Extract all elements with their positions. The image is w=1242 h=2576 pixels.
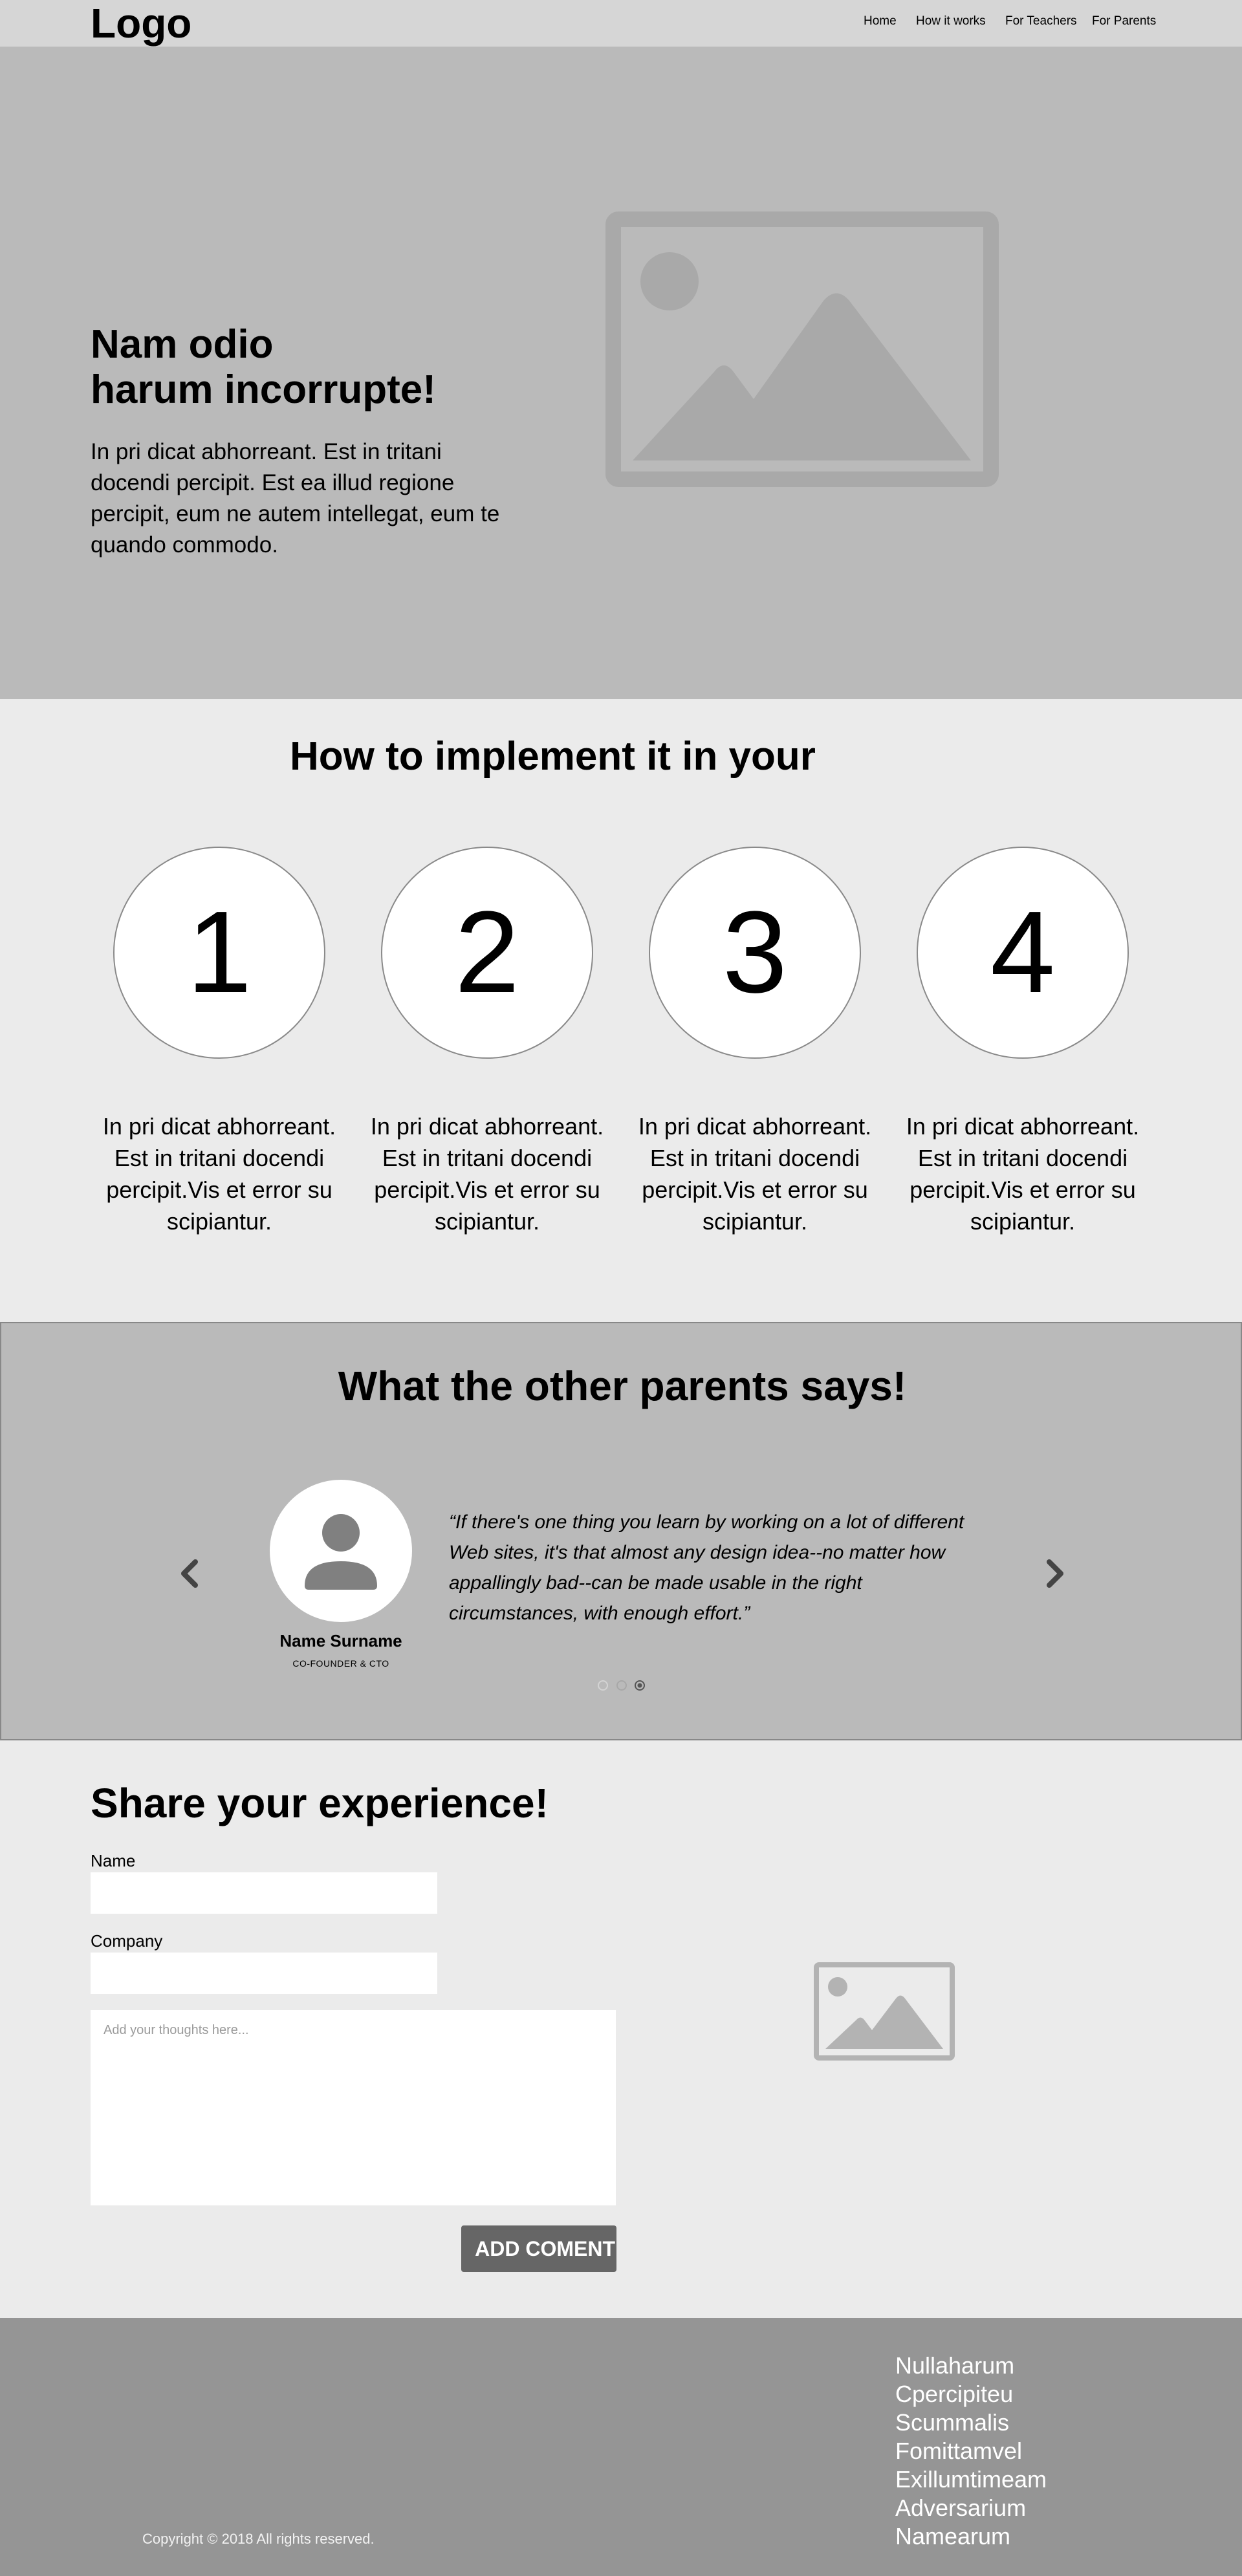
site-header: Logo Home How it works For Teachers For … [0,0,1242,47]
hero-title-line-1: Nam odio [91,322,274,367]
site-footer: Nullaharum Cpercipiteu Scummalis Fomitta… [0,2318,1242,2576]
step-number: 2 [454,887,520,1017]
how-section: How to implement it in your 1 2 3 4 In p… [0,699,1242,1322]
footer-link[interactable]: Scummalis [895,2408,1154,2437]
step-text-4: In pri dicat abhorreant. Est in tritani … [906,1113,1140,1235]
testimonial-role: CO-FOUNDER & CTO [292,1658,389,1669]
step-text-3: In pri dicat abhorreant. Est in tritani … [638,1113,872,1235]
step-circle-2: 2 [381,847,593,1059]
footer-links: Nullaharum Cpercipiteu Scummalis Fomitta… [895,2352,1154,2551]
footer-link[interactable]: Nullaharum [895,2352,1154,2380]
step-number: 3 [722,887,788,1017]
hero-title-line-2: harum incorrupte! [91,367,436,412]
step-number: 4 [990,887,1056,1017]
carousel-dot-2[interactable] [616,1680,627,1691]
nav-how-it-works[interactable]: How it works [916,14,986,28]
add-comment-button[interactable]: ADD COMENT [461,2225,616,2272]
avatar [270,1480,412,1622]
step-circle-3: 3 [649,847,861,1059]
how-title: How to implement it in your [290,734,816,779]
image-placeholder-icon [605,211,999,487]
footer-link[interactable]: Cpercipiteu [895,2380,1154,2408]
step-number: 1 [186,887,252,1017]
nav-for-teachers[interactable]: For Teachers [1005,14,1077,28]
testimonials-section: What the other parents says! Name Surnam… [0,1322,1242,1740]
testimonial-quote: “If there's one thing you learn by worki… [449,1511,964,1624]
nav-for-parents[interactable]: For Parents [1092,14,1156,28]
share-section: Share your experience! Name Company ADD … [0,1740,1242,2318]
hero-section: Nam odio harum incorrupte! In pri dicat … [0,47,1242,699]
step-circle-4: 4 [917,847,1129,1059]
step-text-2: In pri dicat abhorreant. Est in tritani … [370,1113,604,1235]
chevron-left-icon[interactable] [177,1559,201,1588]
share-title: Share your experience! [91,1780,549,1826]
step-circle-1: 1 [113,847,325,1059]
carousel-dot-3-active[interactable] [635,1680,645,1691]
logo[interactable]: Logo [91,0,191,47]
hero-title: Nam odio harum incorrupte! [91,322,436,413]
name-input[interactable] [91,1872,437,1914]
chevron-right-icon[interactable] [1044,1559,1067,1588]
copyright: Copyright © 2018 All rights reserved. [142,2531,375,2547]
testimonial-name: Name Surname [279,1631,402,1651]
company-label: Company [91,1931,163,1951]
image-placeholder-icon [814,1962,955,2061]
footer-link[interactable]: Namearum [895,2522,1154,2551]
step-text-1: In pri dicat abhorreant. Est in tritani … [102,1113,336,1235]
hero-text: In pri dicat abhorreant. Est in tritani … [91,439,500,557]
company-input[interactable] [91,1953,437,1994]
name-label: Name [91,1851,136,1870]
footer-link[interactable]: Fomittamvel [895,2437,1154,2465]
testimonials-title: What the other parents says! [338,1363,907,1409]
nav-home[interactable]: Home [864,14,897,28]
carousel-dot-1[interactable] [598,1680,608,1691]
footer-link[interactable]: Adversarium [895,2494,1154,2522]
thoughts-textarea[interactable] [91,2010,616,2205]
footer-link[interactable]: Exillumtimeam [895,2465,1154,2494]
page: Logo Home How it works For Teachers For … [0,0,1242,2576]
user-icon [305,1514,377,1590]
